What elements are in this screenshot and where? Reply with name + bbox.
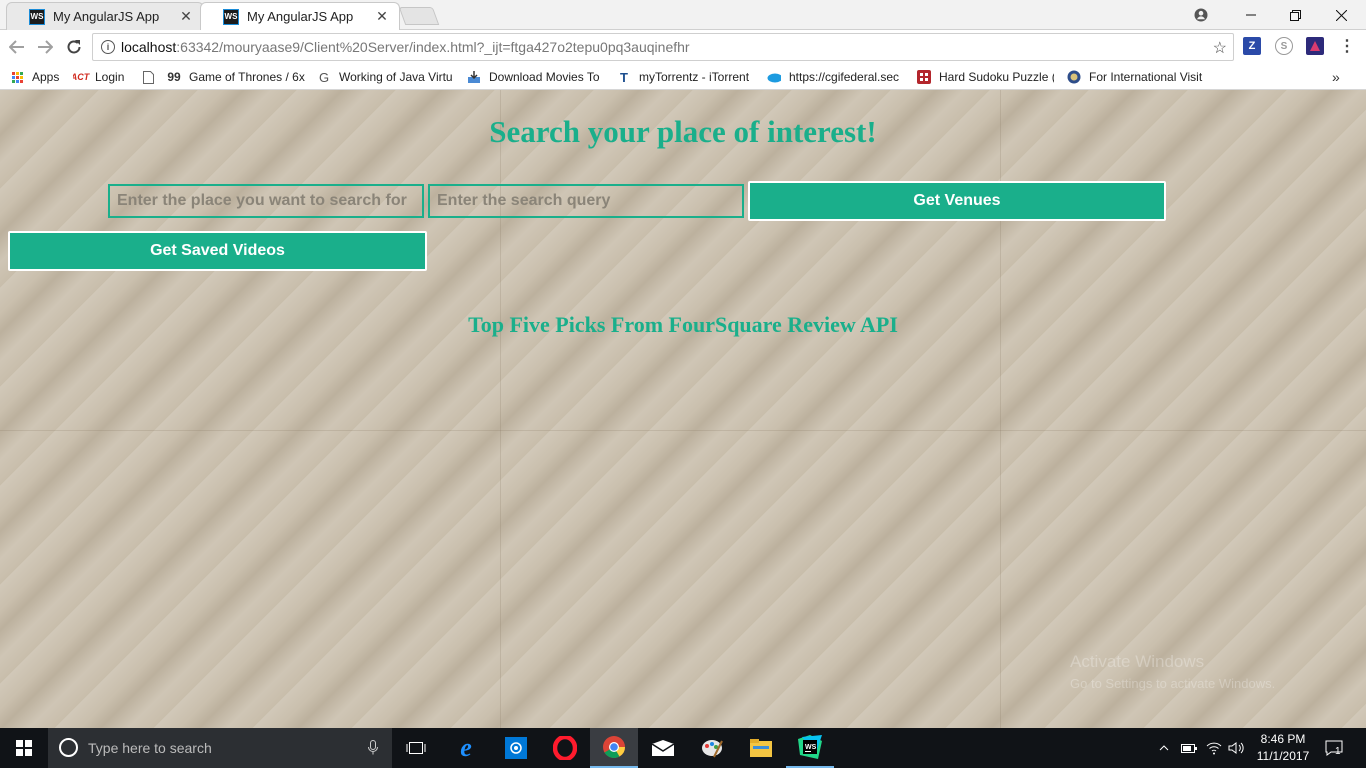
volume-icon[interactable] <box>1227 728 1247 768</box>
battery-icon[interactable] <box>1180 728 1198 768</box>
start-button[interactable] <box>0 728 48 768</box>
reload-icon[interactable] <box>62 35 86 59</box>
sudoku-icon <box>917 70 931 84</box>
menu-kebab-icon[interactable]: ⋮ <box>1338 37 1356 55</box>
bookmark-star-icon[interactable]: ☆ <box>1213 38 1227 58</box>
download-icon <box>467 70 481 84</box>
webstorm-icon: WS <box>29 8 45 25</box>
close-icon[interactable]: ✕ <box>179 8 193 25</box>
bookmark-label: Game of Thrones / 6x <box>189 70 305 84</box>
bookmarks-overflow-button[interactable]: » <box>1332 68 1340 86</box>
apps-grid-icon <box>10 70 24 84</box>
chrome-icon[interactable] <box>590 728 638 768</box>
bookmark-international-visit[interactable]: For International Visit <box>1067 68 1205 86</box>
edge-icon[interactable]: e <box>442 728 490 768</box>
restore-button[interactable] <box>1272 0 1318 30</box>
bookmark-mytorrentz[interactable]: T myTorrentz - iTorrent <box>617 68 754 86</box>
url-host: localhost <box>121 39 177 55</box>
bookmark-java[interactable]: G Working of Java Virtu <box>317 68 455 86</box>
system-clock[interactable]: 8:46 PM 11/1/2017 <box>1248 731 1318 765</box>
webstorm-taskbar-icon[interactable]: WS <box>786 728 834 768</box>
mail-icon[interactable] <box>639 728 687 768</box>
action-center-icon[interactable]: 1 <box>1320 728 1348 768</box>
bookmark-label: Working of Java Virtu <box>339 70 453 84</box>
get-saved-videos-button[interactable]: Get Saved Videos <box>8 231 427 271</box>
close-icon[interactable]: ✕ <box>375 8 389 25</box>
skype-extension-icon[interactable]: S <box>1275 37 1293 55</box>
svg-text:WS: WS <box>805 744 817 751</box>
background-tile-seam <box>0 430 1366 431</box>
page-icon <box>141 70 155 84</box>
get-venues-button[interactable]: Get Venues <box>748 181 1166 221</box>
tab-title: My AngularJS App <box>247 9 354 24</box>
activate-windows-watermark: Activate Windows Go to Settings to activ… <box>1070 652 1275 691</box>
profile-icon[interactable] <box>1178 0 1224 30</box>
cloud-icon <box>767 70 781 84</box>
seal-icon <box>1067 70 1081 84</box>
bookmark-label: Download Movies To <box>489 70 600 84</box>
microphone-icon[interactable] <box>368 740 378 758</box>
bookmark-login[interactable]: ACT Login <box>73 68 124 86</box>
task-view-icon[interactable] <box>392 728 440 768</box>
bookmark-label: For International Visit <box>1089 70 1203 84</box>
page-title: Search your place of interest! <box>489 114 877 149</box>
bookmark-page[interactable] <box>141 68 161 86</box>
bookmark-game-of-thrones[interactable]: 99 Game of Thrones / 6x <box>167 68 305 86</box>
new-tab-button[interactable] <box>398 7 440 25</box>
zotero-extension-icon[interactable]: Z <box>1243 37 1261 55</box>
g-icon: G <box>318 69 330 85</box>
tray-chevron-up-icon[interactable] <box>1156 728 1172 768</box>
address-bar[interactable]: i localhost:63342/mouryaase9/Client%20Se… <box>92 33 1234 61</box>
browser-toolbar: i localhost:63342/mouryaase9/Client%20Se… <box>0 30 1366 64</box>
quote-icon: 99 <box>167 70 181 84</box>
page-viewport: Search your place of interest! Enter the… <box>0 90 1366 728</box>
url-path: :63342/mouryaase9/Client%20Server/index.… <box>176 39 690 55</box>
paint-icon[interactable] <box>688 728 736 768</box>
browser-tab-1[interactable]: WS My AngularJS App ✕ <box>6 2 204 30</box>
clock-time: 8:46 PM <box>1260 732 1306 746</box>
bookmark-label: Login <box>95 70 125 84</box>
notification-badge: 1 <box>1335 746 1341 757</box>
act-icon: ACT <box>73 72 90 82</box>
opera-icon[interactable] <box>541 728 589 768</box>
place-input[interactable]: Enter the place you want to search for <box>108 184 424 218</box>
back-arrow-icon[interactable] <box>5 35 29 59</box>
bookmark-label: https://cgifederal.sec <box>789 70 900 84</box>
taskbar-search-placeholder: Type here to search <box>88 740 212 756</box>
wifi-icon[interactable] <box>1205 728 1223 768</box>
file-explorer-icon[interactable] <box>737 728 785 768</box>
taskbar: Type here to search e WS 8:46 PM 11/1/20… <box>0 728 1366 768</box>
bookmark-sudoku[interactable]: Hard Sudoku Puzzle ( <box>917 68 1054 86</box>
browser-tab-2[interactable]: WS My AngularJS App ✕ <box>200 2 400 30</box>
bookmark-label: Apps <box>32 70 60 84</box>
bookmarks-bar: Apps ACT Login 99 Game of Thrones / 6x G… <box>0 64 1366 90</box>
watermark-title: Activate Windows <box>1070 652 1205 671</box>
extension-icon[interactable] <box>1306 37 1324 55</box>
info-icon[interactable]: i <box>101 40 115 54</box>
clock-date: 11/1/2017 <box>1256 749 1310 763</box>
taskbar-search[interactable]: Type here to search <box>48 728 392 768</box>
torrent-icon: T <box>620 69 628 85</box>
windows-logo-icon <box>16 740 32 756</box>
results-heading: Top Five Picks From FourSquare Review AP… <box>468 312 898 337</box>
cortana-icon <box>59 738 78 757</box>
webstorm-icon: WS <box>223 8 239 25</box>
bookmark-label: myTorrentz - iTorrent <box>639 70 750 84</box>
forward-arrow-icon[interactable] <box>33 35 57 59</box>
bookmark-label: Hard Sudoku Puzzle ( <box>939 70 1054 84</box>
minimize-button[interactable] <box>1228 0 1274 30</box>
tab-title: My AngularJS App <box>53 9 160 24</box>
tab-strip: WS My AngularJS App ✕ WS My AngularJS Ap… <box>0 0 1366 30</box>
bookmark-apps[interactable]: Apps <box>10 68 59 86</box>
watermark-text: Go to Settings to activate Windows. <box>1070 676 1276 691</box>
bookmark-download-movies[interactable]: Download Movies To <box>467 68 604 86</box>
search-query-input[interactable]: Enter the search query <box>428 184 744 218</box>
store-icon[interactable] <box>492 728 540 768</box>
bookmark-cgifederal[interactable]: https://cgifederal.sec <box>767 68 904 86</box>
close-window-button[interactable] <box>1318 0 1364 30</box>
